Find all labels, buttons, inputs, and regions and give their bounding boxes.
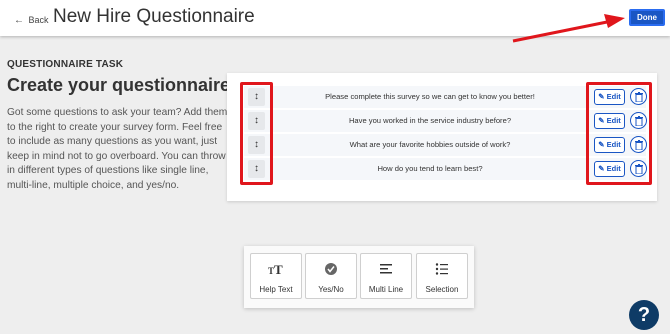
help-text-label: Help Text — [259, 285, 293, 294]
question-row: ↕ How do you tend to learn best? ✎ Edit — [244, 158, 647, 180]
edit-button[interactable]: ✎ Edit — [594, 161, 625, 177]
back-link[interactable]: ← Back — [14, 15, 49, 26]
check-circle-icon — [306, 262, 356, 276]
lines-icon — [361, 262, 411, 276]
drag-handle-icon[interactable]: ↕ — [248, 112, 265, 130]
done-button[interactable]: Done — [629, 9, 665, 26]
page-title: New Hire Questionnaire — [53, 6, 255, 27]
text-size-icon: TT — [251, 262, 301, 277]
selection-tool[interactable]: Selection — [416, 253, 468, 299]
edit-label: Edit — [606, 164, 621, 173]
question-row: ↕ Please complete this survey so we can … — [244, 86, 647, 108]
question-text: How do you tend to learn best? — [377, 164, 483, 173]
trash-icon — [635, 164, 643, 174]
help-button[interactable]: ? — [629, 300, 659, 330]
delete-button[interactable] — [630, 112, 647, 129]
top-bar: ← Back New Hire Questionnaire Done — [0, 0, 670, 36]
yes-no-tool[interactable]: Yes/No — [305, 253, 357, 299]
svg-text:T: T — [274, 262, 283, 276]
edit-button[interactable]: ✎ Edit — [594, 113, 625, 129]
pencil-icon: ✎ — [598, 164, 605, 173]
back-label: Back — [28, 15, 49, 25]
edit-label: Edit — [606, 116, 621, 125]
task-label: QUESTIONNAIRE TASK — [7, 59, 124, 70]
edit-label: Edit — [606, 92, 621, 101]
back-arrow-icon: ← — [14, 15, 24, 26]
question-text: Have you worked in the service industry … — [348, 116, 512, 125]
edit-button[interactable]: ✎ Edit — [594, 89, 625, 105]
question-row: ↕ What are your favorite hobbies outside… — [244, 134, 647, 156]
selection-label: Selection — [425, 285, 459, 294]
trash-icon — [635, 140, 643, 150]
question-text: Please complete this survey so we can ge… — [325, 92, 535, 101]
edit-label: Edit — [606, 140, 621, 149]
question-row: ↕ Have you worked in the service industr… — [244, 110, 647, 132]
pencil-icon: ✎ — [598, 140, 605, 149]
multi-line-tool[interactable]: Multi Line — [360, 253, 412, 299]
trash-icon — [635, 116, 643, 126]
list-icon — [417, 262, 467, 276]
multi-line-label: Multi Line — [368, 285, 404, 294]
question-text: What are your favorite hobbies outside o… — [349, 140, 511, 149]
pencil-icon: ✎ — [598, 92, 605, 101]
delete-button[interactable] — [630, 88, 647, 105]
pencil-icon: ✎ — [598, 116, 605, 125]
yes-no-label: Yes/No — [318, 285, 344, 294]
drag-handle-icon[interactable]: ↕ — [248, 136, 265, 154]
instructions-text: Got some questions to ask your team? Add… — [7, 107, 228, 191]
drag-handle-icon[interactable]: ↕ — [248, 160, 265, 178]
edit-button[interactable]: ✎ Edit — [594, 137, 625, 153]
drag-handle-icon[interactable]: ↕ — [248, 88, 265, 106]
trash-icon — [635, 92, 643, 102]
help-text-tool[interactable]: TT Help Text — [250, 253, 302, 299]
delete-button[interactable] — [630, 160, 647, 177]
section-heading: Create your questionnaire — [7, 75, 231, 95]
delete-button[interactable] — [630, 136, 647, 153]
